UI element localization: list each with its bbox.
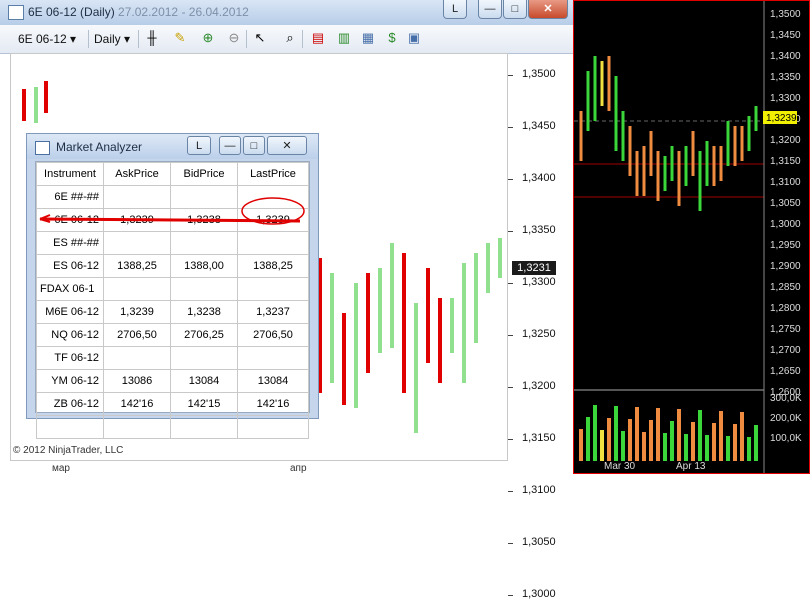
mini-price-label: 1,3100 (770, 177, 801, 188)
mini-price-label: 1,3400 (770, 51, 801, 62)
price-label: 1,3000 (522, 588, 556, 600)
price-tick (508, 491, 513, 492)
mini-price-label: 1,2850 (770, 282, 801, 293)
mini-price-label: 1,3150 (770, 156, 801, 167)
mini-price-label: 1,3450 (770, 30, 801, 41)
mini-price-label: 1,2900 (770, 261, 801, 272)
mini-date-label: Mar 30 (604, 461, 636, 472)
mini-price-label: 1,2700 (770, 345, 801, 356)
mini-price-label: 1,3350 (770, 72, 801, 83)
mini-price-label: 1,2650 (770, 366, 801, 377)
annotation-layer (39, 197, 305, 225)
mini-price-label: 1,2950 (770, 240, 801, 251)
mini-volume-label: 100,0K (770, 433, 802, 444)
price-label: 1,3050 (522, 536, 556, 548)
price-tick (508, 595, 513, 596)
mini-volume-label: 300,0K (770, 393, 802, 404)
mini-price-label: 1,3300 (770, 93, 801, 104)
mini-volume-label: 200,0K (770, 413, 802, 424)
mini-price-label: 1,3200 (770, 135, 801, 146)
mini-price-label: 1,3500 (770, 9, 801, 20)
mini-chart: 1,35001,34501,34001,33501,33001,32501,32… (574, 1, 802, 473)
mini-date-label: Apr 13 (676, 461, 706, 472)
mini-price-label: 1,2750 (770, 324, 801, 335)
mini-price-label: 1,2800 (770, 303, 801, 314)
price-tick (508, 543, 513, 544)
underline-annotation (39, 217, 301, 223)
mini-current-price: 1,3239 (766, 113, 797, 124)
mini-chart-window: 1,35001,34501,34001,33501,33001,32501,32… (573, 0, 810, 474)
price-label: 1,3100 (522, 484, 556, 496)
mini-price-label: 1,3050 (770, 198, 801, 209)
mini-price-label: 1,3000 (770, 219, 801, 230)
